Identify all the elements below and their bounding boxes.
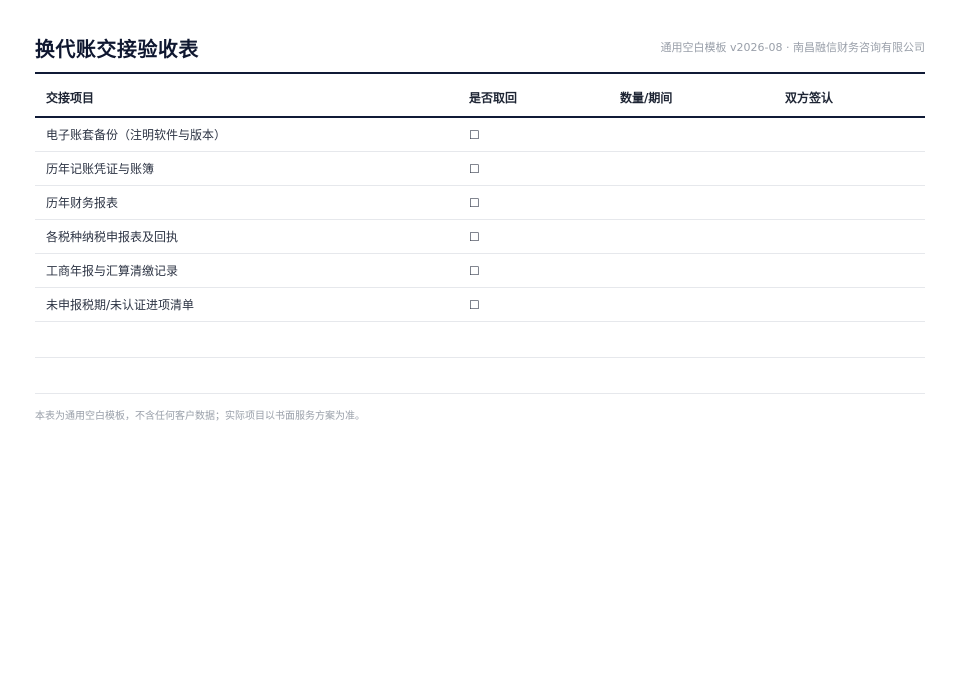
table-row: 未申报税期/未认证进项清单 ☐ <box>35 287 925 322</box>
signoff-cell[interactable] <box>774 219 925 254</box>
column-header-signoff: 双方签认 <box>774 79 925 118</box>
table-row: 各税种纳税申报表及回执 ☐ <box>35 219 925 254</box>
item-cell: 历年财务报表 <box>35 185 458 220</box>
signoff-cell[interactable] <box>774 287 925 322</box>
signoff-cell[interactable] <box>774 151 925 186</box>
table-row: 电子账套备份（注明软件与版本） ☐ <box>35 117 925 152</box>
retrieved-checkbox[interactable]: ☐ <box>458 185 609 220</box>
item-cell: 工商年报与汇算清缴记录 <box>35 253 458 288</box>
quantity-cell[interactable] <box>609 219 774 254</box>
item-cell[interactable] <box>35 321 458 358</box>
document-header: 换代账交接验收表 通用空白模板 v2026-08 · 南昌融信财务咨询有限公司 <box>35 34 925 74</box>
handover-form-page: 换代账交接验收表 通用空白模板 v2026-08 · 南昌融信财务咨询有限公司 … <box>0 0 960 688</box>
retrieved-cell[interactable] <box>458 321 609 358</box>
document-title: 换代账交接验收表 <box>35 36 199 61</box>
column-header-retrieved: 是否取回 <box>458 79 609 118</box>
signoff-cell[interactable] <box>774 321 925 358</box>
item-cell: 未申报税期/未认证进项清单 <box>35 287 458 322</box>
document-meta: 通用空白模板 v2026-08 · 南昌融信财务咨询有限公司 <box>660 41 925 54</box>
retrieved-checkbox[interactable]: ☐ <box>458 253 609 288</box>
quantity-cell[interactable] <box>609 117 774 152</box>
handover-table: 交接项目 是否取回 数量/期间 双方签认 电子账套备份（注明软件与版本） ☐ 历… <box>35 79 925 394</box>
retrieved-checkbox[interactable]: ☐ <box>458 151 609 186</box>
table-row: 历年记账凭证与账簿 ☐ <box>35 151 925 186</box>
quantity-cell[interactable] <box>609 287 774 322</box>
item-cell: 历年记账凭证与账簿 <box>35 151 458 186</box>
quantity-cell[interactable] <box>609 185 774 220</box>
quantity-cell[interactable] <box>609 357 774 394</box>
signoff-cell[interactable] <box>774 117 925 152</box>
retrieved-checkbox[interactable]: ☐ <box>458 219 609 254</box>
signoff-cell[interactable] <box>774 185 925 220</box>
column-header-item: 交接项目 <box>35 79 458 118</box>
table-header-row: 交接项目 是否取回 数量/期间 双方签认 <box>35 79 925 118</box>
item-cell[interactable] <box>35 357 458 394</box>
retrieved-cell[interactable] <box>458 357 609 394</box>
item-cell: 各税种纳税申报表及回执 <box>35 219 458 254</box>
blank-table-row <box>35 321 925 358</box>
blank-table-row <box>35 357 925 394</box>
item-cell: 电子账套备份（注明软件与版本） <box>35 117 458 152</box>
table-row: 工商年报与汇算清缴记录 ☐ <box>35 253 925 288</box>
retrieved-checkbox[interactable]: ☐ <box>458 117 609 152</box>
footer-note: 本表为通用空白模板，不含任何客户数据；实际项目以书面服务方案为准。 <box>35 411 365 422</box>
quantity-cell[interactable] <box>609 151 774 186</box>
quantity-cell[interactable] <box>609 253 774 288</box>
table-row: 历年财务报表 ☐ <box>35 185 925 220</box>
signoff-cell[interactable] <box>774 357 925 394</box>
column-header-quantity: 数量/期间 <box>609 79 774 118</box>
signoff-cell[interactable] <box>774 253 925 288</box>
retrieved-checkbox[interactable]: ☐ <box>458 287 609 322</box>
quantity-cell[interactable] <box>609 321 774 358</box>
